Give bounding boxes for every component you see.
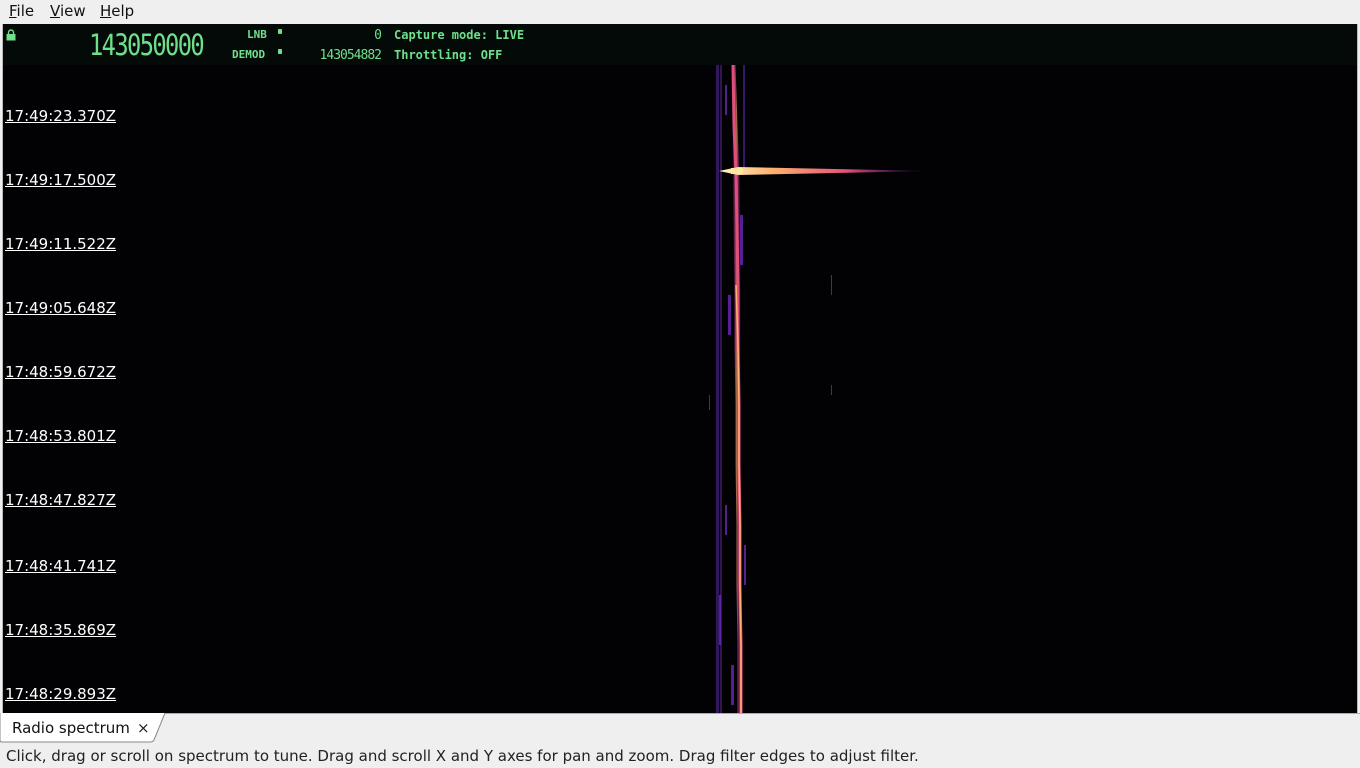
lnb-label: LNB xyxy=(247,28,267,41)
menu-view[interactable]: View xyxy=(50,2,86,20)
menu-bar: File View Help xyxy=(0,0,1360,22)
main-frequency-display[interactable]: 143050000 xyxy=(89,30,205,60)
lock-icon[interactable] xyxy=(6,29,16,41)
timestamp-label[interactable]: 17:49:23.370Z xyxy=(5,107,117,125)
timestamp-label[interactable]: 17:48:35.869Z xyxy=(5,621,117,639)
lnb-lock-icon[interactable] xyxy=(278,29,282,34)
timestamp-label[interactable]: 17:49:17.500Z xyxy=(5,171,117,189)
timestamp-label[interactable]: 17:49:05.648Z xyxy=(5,299,117,317)
menu-help[interactable]: Help xyxy=(100,2,134,20)
timestamp-label[interactable]: 17:48:59.672Z xyxy=(5,363,117,381)
spectrum-view[interactable]: 143050000 LNB 0 DEMOD 143054882 Capture … xyxy=(2,24,1358,713)
tab-radio-spectrum[interactable]: Radio spectrum × xyxy=(0,713,166,743)
timestamp-label[interactable]: 17:48:41.741Z xyxy=(5,557,117,575)
timestamp-label[interactable]: 17:49:11.522Z xyxy=(5,235,117,253)
lnb-value[interactable]: 0 xyxy=(303,28,382,43)
close-icon[interactable]: × xyxy=(137,719,150,737)
timestamp-label[interactable]: 17:48:53.801Z xyxy=(5,427,117,445)
status-bar-text: Click, drag or scroll on spectrum to tun… xyxy=(6,747,919,765)
tab-label: Radio spectrum xyxy=(12,719,130,737)
waterfall-display[interactable]: 17:49:23.370Z 17:49:17.500Z 17:49:11.522… xyxy=(3,64,1357,713)
throttling-status: Throttling: OFF xyxy=(394,48,503,62)
menu-file[interactable]: File xyxy=(9,2,34,20)
waterfall-graphic xyxy=(709,64,933,713)
frequency-header: 143050000 LNB 0 DEMOD 143054882 Capture … xyxy=(3,24,1357,65)
timestamp-label[interactable]: 17:48:29.893Z xyxy=(5,685,117,703)
demod-value[interactable]: 143054882 xyxy=(293,48,382,63)
capture-mode-status: Capture mode: LIVE xyxy=(394,28,525,42)
tab-bar: Radio spectrum × xyxy=(0,713,1360,744)
timestamp-label[interactable]: 17:48:47.827Z xyxy=(5,491,117,509)
demod-label: DEMOD xyxy=(232,48,266,61)
demod-lock-icon[interactable] xyxy=(278,49,282,54)
